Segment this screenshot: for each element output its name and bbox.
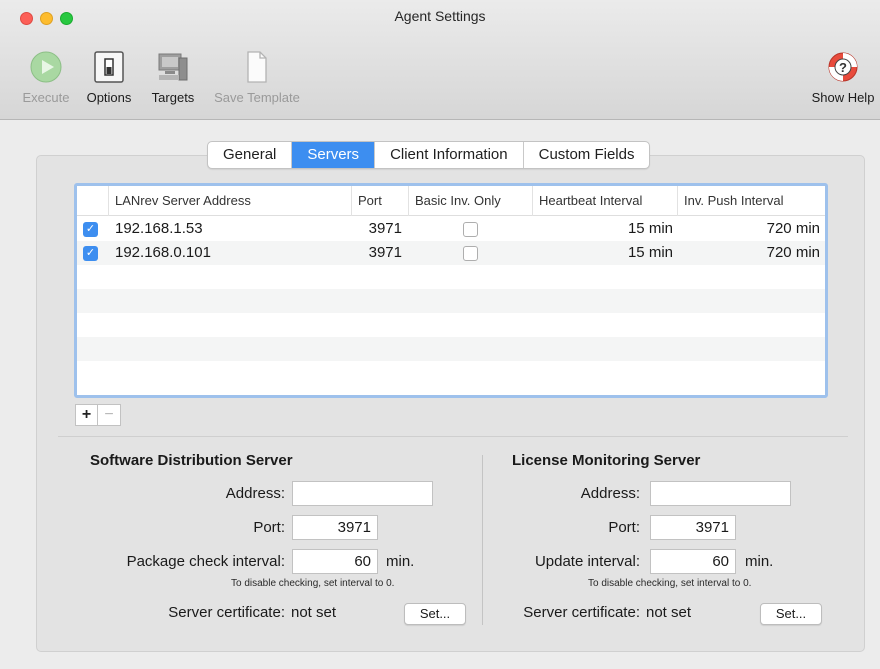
targets-label: Targets (151, 90, 195, 105)
basic-inv-checkbox[interactable] (463, 246, 478, 261)
heartbeat-cell: 15 min (627, 244, 673, 261)
options-button[interactable]: Options (82, 50, 136, 105)
lifebuoy-icon: ? (828, 52, 858, 82)
column-header-address[interactable]: LANrev Server Address (109, 186, 352, 216)
sds-interval-hint: To disable checking, set interval to 0. (231, 578, 395, 589)
tab-client-information[interactable]: Client Information (375, 142, 524, 168)
lms-address-input[interactable] (650, 481, 791, 506)
push-cell: 720 min (766, 220, 820, 237)
svg-text:?: ? (839, 60, 847, 75)
play-icon (30, 51, 62, 83)
sds-address-label: Address: (225, 485, 285, 502)
empty-row (77, 337, 825, 361)
execute-label: Execute (22, 90, 70, 105)
servers-table[interactable]: LANrev Server Address Port Basic Inv. On… (74, 183, 828, 398)
lms-interval-hint: To disable checking, set interval to 0. (588, 578, 752, 589)
sds-port-label: Port: (253, 519, 285, 536)
table-header: LANrev Server Address Port Basic Inv. On… (77, 186, 825, 216)
sds-port-input[interactable] (292, 515, 378, 540)
agent-settings-window: Agent Settings Execute Options Targets S… (0, 0, 880, 669)
enabled-checkbox[interactable]: ✓ (83, 222, 98, 237)
execute-button[interactable]: Execute (18, 50, 74, 105)
lms-interval-label: Update interval: (534, 553, 640, 570)
lms-interval-input[interactable] (650, 549, 736, 574)
settings-tabs: General Servers Client Information Custo… (207, 141, 651, 169)
column-header-push[interactable]: Inv. Push Interval (678, 186, 825, 216)
column-divider (482, 455, 483, 625)
sds-cert-value: not set (291, 604, 337, 621)
sds-cert-label: Server certificate: (168, 604, 285, 621)
window-title: Agent Settings (394, 8, 486, 24)
column-header-basic-inv[interactable]: Basic Inv. Only (409, 186, 533, 216)
push-cell: 720 min (766, 244, 820, 261)
port-cell: 3971 (368, 244, 402, 261)
column-header-port[interactable]: Port (352, 186, 409, 216)
empty-row (77, 313, 825, 337)
empty-row (77, 361, 825, 385)
sds-set-cert-button[interactable]: Set... (404, 603, 466, 625)
tab-custom-fields[interactable]: Custom Fields (524, 142, 650, 168)
switch-icon (94, 51, 124, 83)
sds-interval-unit: min. (386, 553, 415, 570)
show-help-label: Show Help (811, 90, 875, 105)
section-divider (58, 436, 848, 437)
targets-button[interactable]: Targets (144, 50, 202, 105)
computers-icon (158, 53, 188, 81)
sds-address-input[interactable] (292, 481, 433, 506)
lms-title: License Monitoring Server (512, 452, 701, 469)
list-edit-buttons: + − (75, 404, 121, 426)
save-template-label: Save Template (214, 90, 300, 105)
port-cell: 3971 (368, 220, 402, 237)
lms-interval-unit: min. (745, 553, 774, 570)
titlebar: Agent Settings Execute Options Targets S… (0, 0, 880, 120)
lms-port-input[interactable] (650, 515, 736, 540)
address-cell: 192.168.1.53 (115, 220, 203, 237)
sds-interval-label: Package check interval: (126, 553, 285, 570)
lms-port-label: Port: (608, 519, 640, 536)
empty-row (77, 289, 825, 313)
lms-address-label: Address: (580, 485, 640, 502)
show-help-button[interactable]: ? Show Help (806, 50, 880, 105)
basic-inv-checkbox[interactable] (463, 222, 478, 237)
add-server-button[interactable]: + (76, 405, 98, 425)
lms-cert-label: Server certificate: (523, 604, 640, 621)
tab-general[interactable]: General (208, 142, 293, 168)
sds-title: Software Distribution Server (90, 452, 293, 469)
enabled-checkbox[interactable]: ✓ (83, 246, 98, 261)
lms-set-cert-button[interactable]: Set... (760, 603, 822, 625)
remove-server-button[interactable]: − (98, 405, 120, 425)
sds-interval-input[interactable] (292, 549, 378, 574)
document-icon (247, 51, 267, 83)
table-row[interactable]: ✓ 192.168.0.101 3971 15 min 720 min (77, 241, 825, 265)
column-header-heartbeat[interactable]: Heartbeat Interval (533, 186, 678, 216)
empty-row (77, 265, 825, 289)
address-cell: 192.168.0.101 (115, 244, 211, 261)
lms-cert-value: not set (646, 604, 692, 621)
save-template-button[interactable]: Save Template (206, 50, 308, 105)
tab-servers[interactable]: Servers (292, 142, 376, 168)
heartbeat-cell: 15 min (627, 220, 673, 237)
options-label: Options (86, 90, 132, 105)
table-row[interactable]: ✓ 192.168.1.53 3971 15 min 720 min (77, 217, 825, 241)
column-header-enabled[interactable] (77, 186, 109, 216)
